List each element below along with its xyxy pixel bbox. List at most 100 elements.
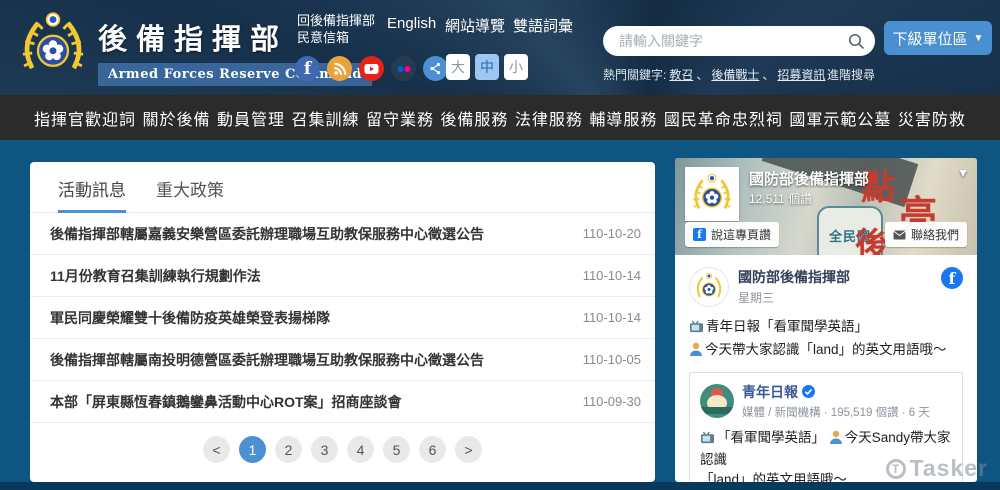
font-size-switcher: 大 中 小 xyxy=(446,54,528,80)
subordinate-units-button[interactable]: 下級單位區 ▼ xyxy=(884,21,992,55)
news-row: 後備指揮部轄屬嘉義安樂營區委託辦理職場互助教保服務中心徵選公告 110-10-2… xyxy=(30,213,655,255)
rss-icon[interactable] xyxy=(327,56,352,81)
nav-item-legal-services[interactable]: 法律服務 xyxy=(515,106,583,130)
tab-activity-news[interactable]: 活動訊息 xyxy=(58,176,126,213)
person-icon xyxy=(689,342,703,363)
nav-item-garrison-affairs[interactable]: 留守業務 xyxy=(366,106,434,130)
news-title-link[interactable]: 本部「屏東縣恆春鎮鵝鑾鼻活動中心ROT案」招商座談會 xyxy=(50,392,402,412)
youtube-icon[interactable] xyxy=(359,56,384,81)
tasker-watermark: T Tasker xyxy=(885,455,988,482)
like-page-button[interactable]: f 說這專頁讚 xyxy=(685,222,780,247)
news-title-link[interactable]: 後備指揮部轄屬嘉義安樂營區委託辦理職場互助教保服務中心徵選公告 xyxy=(50,224,484,244)
facebook-icon[interactable]: f xyxy=(295,56,320,81)
hot-keywords-row: 熱門關鍵字: 教召 、 後備戰士 、 招募資訊 進階搜尋 xyxy=(603,66,875,83)
hot-keywords-label: 熱門關鍵字: xyxy=(603,68,667,82)
facebook-likes-count: 12,511 個讚 xyxy=(749,192,813,206)
nav-item-reserve-services[interactable]: 後備服務 xyxy=(440,106,508,130)
youth-daily-avatar[interactable] xyxy=(700,383,734,418)
site-header: 後備指揮部 Armed Forces Reserve Command 回後備指揮… xyxy=(0,0,1000,95)
pagination-page-2[interactable]: 2 xyxy=(275,436,302,463)
news-title-link[interactable]: 11月份教育召集訓練執行規劃作法 xyxy=(50,266,261,286)
hot-keyword-link-3[interactable]: 招募資訊 xyxy=(777,66,825,83)
reserve-command-emblem-icon xyxy=(696,272,722,298)
envelope-icon xyxy=(893,230,906,239)
facebook-cover-photo[interactable]: 全民國 點 亮 後 國防部後備指揮部 12,511 個讚 ▼ f 說這專頁讚 聯… xyxy=(675,158,977,255)
search-input[interactable] xyxy=(619,33,848,49)
caret-down-icon: ▼ xyxy=(973,32,984,44)
social-links: f xyxy=(295,56,448,81)
person-icon xyxy=(829,430,843,450)
facebook-f-icon: f xyxy=(693,228,706,241)
news-date: 110-10-14 xyxy=(582,310,641,325)
news-row: 軍民同慶榮耀雙十後備防疫英雄榮登表揚梯隊 110-10-14 xyxy=(30,297,655,339)
search-box xyxy=(603,26,875,56)
news-tabs: 活動訊息 重大政策 xyxy=(30,162,655,213)
advanced-search-link[interactable]: 進階搜尋 xyxy=(827,66,875,83)
reserve-command-emblem-icon xyxy=(693,173,731,210)
page: 後備指揮部 Armed Forces Reserve Command 回後備指揮… xyxy=(0,0,1000,490)
magnifier-icon xyxy=(848,33,865,49)
news-title-link[interactable]: 後備指揮部轄屬南投明德營區委託辦理職場互助教保服務中心徵選公告 xyxy=(50,350,484,370)
verified-badge-icon xyxy=(802,385,815,399)
post-author-avatar[interactable] xyxy=(689,267,729,307)
pagination-page-3[interactable]: 3 xyxy=(311,436,338,463)
facebook-post: 國防部後備指揮部 星期三 f 青年日報「看軍聞學英語」 今天帶大家認識「land… xyxy=(675,255,977,482)
share-icon[interactable] xyxy=(423,56,448,81)
footer-strip xyxy=(0,482,1000,490)
hot-keyword-link-2[interactable]: 後備戰士 xyxy=(711,66,759,83)
facebook-page-name-link[interactable]: 國防部後備指揮部 xyxy=(749,168,869,189)
news-title-link[interactable]: 軍民同慶榮耀雙十後備防疫英雄榮登表揚梯隊 xyxy=(50,308,330,328)
contact-us-button[interactable]: 聯絡我們 xyxy=(884,222,967,247)
nav-item-disaster-relief[interactable]: 災害防救 xyxy=(898,106,966,130)
news-card: 活動訊息 重大政策 後備指揮部轄屬嘉義安樂營區委託辦理職場互助教保服務中心徵選公… xyxy=(30,162,655,482)
news-date: 110-09-30 xyxy=(582,394,641,409)
tasker-logo-icon: T xyxy=(885,458,906,479)
font-size-small-button[interactable]: 小 xyxy=(504,54,528,80)
news-date: 110-10-20 xyxy=(582,226,641,241)
font-size-medium-button[interactable]: 中 xyxy=(475,54,499,80)
post-text: 青年日報「看軍聞學英語」 今天帶大家認識「land」的英文用語哦～ xyxy=(689,317,963,363)
pagination-next-button[interactable]: > xyxy=(455,436,482,463)
tab-major-policies[interactable]: 重大政策 xyxy=(156,176,224,212)
search-submit-button[interactable] xyxy=(848,33,865,50)
pagination-page-6[interactable]: 6 xyxy=(419,436,446,463)
facebook-page-avatar[interactable] xyxy=(685,167,739,221)
pagination: < 1 2 3 4 5 6 > xyxy=(30,436,655,463)
shared-page-meta: 媒體 / 新聞機構 · 195,519 個讚 · 6 天 xyxy=(742,406,930,419)
nav-item-muster-training[interactable]: 召集訓練 xyxy=(291,106,359,130)
news-date: 110-10-05 xyxy=(582,352,641,367)
nav-item-counseling-services[interactable]: 輔導服務 xyxy=(589,106,657,130)
nav-item-mobilization[interactable]: 動員管理 xyxy=(217,106,285,130)
nav-item-commander-welcome[interactable]: 指揮官歡迎詞 xyxy=(34,106,136,130)
news-row: 11月份教育召集訓練執行規劃作法 110-10-14 xyxy=(30,255,655,297)
post-author-link[interactable]: 國防部後備指揮部 xyxy=(738,269,850,285)
pagination-page-4[interactable]: 4 xyxy=(347,436,374,463)
facebook-page-widget: 全民國 點 亮 後 國防部後備指揮部 12,511 個讚 ▼ f 說這專頁讚 聯… xyxy=(675,158,977,482)
content-area: 活動訊息 重大政策 後備指揮部轄屬嘉義安樂營區委託辦理職場互助教保服務中心徵選公… xyxy=(0,140,1000,482)
flickr-icon[interactable] xyxy=(391,56,416,81)
pagination-page-5[interactable]: 5 xyxy=(383,436,410,463)
news-row: 本部「屏東縣恆春鎮鵝鑾鼻活動中心ROT案」招商座談會 110-09-30 xyxy=(30,381,655,423)
post-timestamp: 星期三 xyxy=(738,291,775,305)
bilingual-link[interactable]: 雙語詞彙 xyxy=(513,15,573,36)
reserve-command-emblem-icon xyxy=(22,12,84,70)
news-date: 110-10-14 xyxy=(582,268,641,283)
english-link[interactable]: English xyxy=(387,15,436,32)
tv-icon xyxy=(700,430,715,450)
news-row: 後備指揮部轄屬南投明德營區委託辦理職場互助教保服務中心徵選公告 110-10-0… xyxy=(30,339,655,381)
nav-item-martyrs-shrine[interactable]: 國民革命忠烈祠 xyxy=(664,106,783,130)
font-size-large-button[interactable]: 大 xyxy=(446,54,470,80)
youth-daily-link[interactable]: 青年日報 xyxy=(742,382,798,402)
chevron-down-icon[interactable]: ▼ xyxy=(957,166,969,180)
sitemap-link[interactable]: 網站導覽 xyxy=(445,15,505,36)
mailbox-link[interactable]: 回後備指揮部民意信箱 xyxy=(297,13,381,47)
nav-item-about[interactable]: 關於後備 xyxy=(142,106,210,130)
cover-calligraphy: 後 xyxy=(855,226,889,255)
pagination-prev-button[interactable]: < xyxy=(203,436,230,463)
main-navigation: 指揮官歡迎詞 關於後備 動員管理 召集訓練 留守業務 後備服務 法律服務 輔導服… xyxy=(0,95,1000,140)
facebook-logo-icon[interactable]: f xyxy=(941,267,963,289)
tv-icon xyxy=(689,319,704,340)
hot-keyword-link-1[interactable]: 教召 xyxy=(669,66,693,83)
pagination-page-1[interactable]: 1 xyxy=(239,436,266,463)
nav-item-military-cemetery[interactable]: 國軍示範公墓 xyxy=(789,106,891,130)
